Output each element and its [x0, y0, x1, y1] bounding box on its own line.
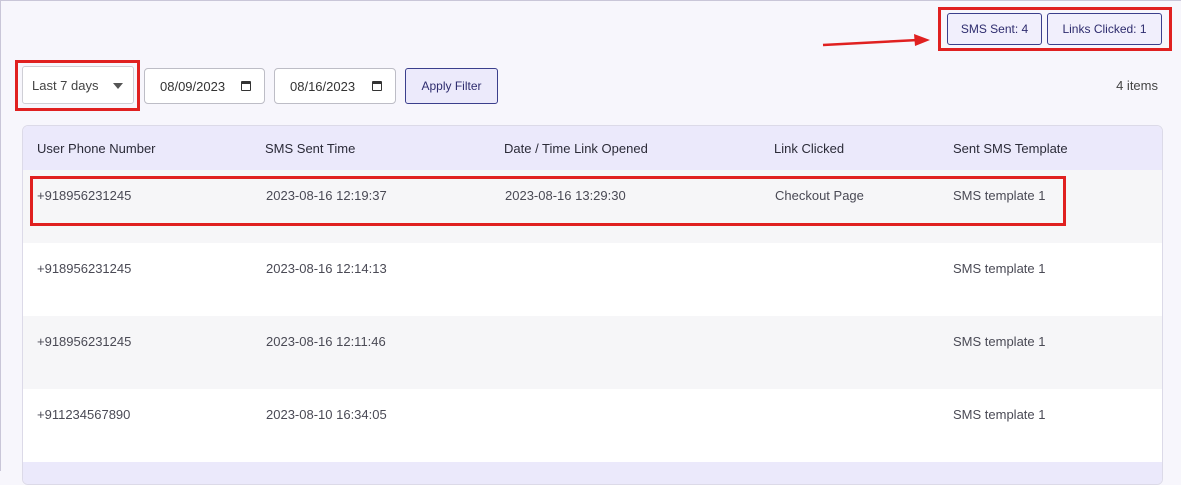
column-header-opened: Date / Time Link Opened: [504, 141, 648, 156]
links-clicked-button[interactable]: Links Clicked: 1: [1047, 13, 1162, 45]
cell-phone: +918956231245: [37, 261, 132, 276]
start-date-input[interactable]: 08/09/2023: [144, 68, 265, 104]
date-range-value: Last 7 days: [32, 77, 99, 93]
start-date-value: 08/09/2023: [160, 78, 226, 94]
apply-filter-button[interactable]: Apply Filter: [405, 68, 498, 104]
sms-log-table: User Phone Number SMS Sent Time Date / T…: [22, 125, 1163, 485]
sms-sent-button[interactable]: SMS Sent: 4: [947, 13, 1042, 45]
chevron-down-icon: [113, 83, 123, 89]
cell-phone: +918956231245: [37, 334, 132, 349]
cell-link-clicked: Checkout Page: [775, 188, 864, 203]
table-row[interactable]: +911234567890 2023-08-10 16:34:05 SMS te…: [23, 389, 1162, 462]
cell-template: SMS template 1: [953, 407, 1046, 422]
cell-phone: +918956231245: [37, 188, 132, 203]
cell-sent-time: 2023-08-16 12:11:46: [266, 334, 386, 349]
cell-sent-time: 2023-08-16 12:19:37: [266, 188, 387, 203]
cell-template: SMS template 1: [953, 334, 1046, 349]
cell-phone: +911234567890: [37, 407, 131, 422]
end-date-value: 08/16/2023: [290, 78, 356, 94]
date-range-select[interactable]: Last 7 days: [22, 66, 134, 104]
cell-template: SMS template 1: [953, 188, 1046, 203]
table-row[interactable]: +918956231245 2023-08-16 12:11:46 SMS te…: [23, 316, 1162, 389]
calendar-icon[interactable]: [241, 81, 251, 91]
table-header: User Phone Number SMS Sent Time Date / T…: [23, 126, 1162, 170]
cell-sent-time: 2023-08-10 16:34:05: [266, 407, 387, 422]
cell-template: SMS template 1: [953, 261, 1046, 276]
cell-sent-time: 2023-08-16 12:14:13: [266, 261, 387, 276]
items-count: 4 items: [1116, 78, 1158, 93]
table-row[interactable]: +918956231245 2023-08-16 12:14:13 SMS te…: [23, 243, 1162, 316]
column-header-link-clicked: Link Clicked: [774, 141, 845, 156]
column-header-sent-time: SMS Sent Time: [265, 141, 356, 156]
end-date-input[interactable]: 08/16/2023: [274, 68, 396, 104]
column-header-phone: User Phone Number: [37, 141, 156, 156]
table-row[interactable]: +918956231245 2023-08-16 12:19:37 2023-0…: [23, 170, 1162, 243]
table-footer: [23, 462, 1162, 484]
calendar-icon[interactable]: [372, 81, 382, 91]
column-header-template: Sent SMS Template: [953, 141, 1068, 156]
cell-opened: 2023-08-16 13:29:30: [505, 188, 626, 203]
